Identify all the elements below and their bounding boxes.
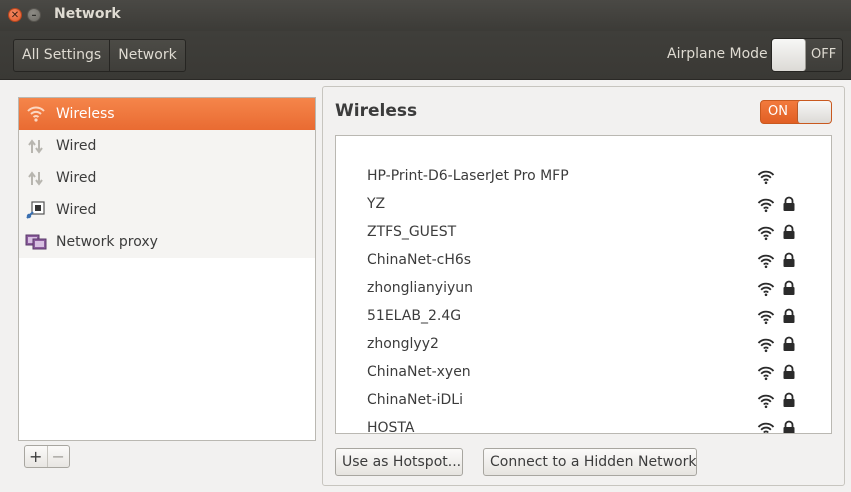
close-icon[interactable]: ✕ — [8, 8, 22, 22]
wifi-network-row[interactable]: zhonglyy2 — [336, 332, 831, 360]
wifi-signal-icon — [757, 169, 775, 185]
switch-knob — [797, 101, 831, 123]
wifi-signal-icon — [757, 421, 775, 433]
remove-connection-button[interactable]: − — [46, 446, 70, 467]
wifi-signal-icon — [757, 225, 775, 241]
sidebar-item-label: Wired — [56, 138, 97, 154]
connection-list-footer: + − — [18, 441, 316, 472]
breadcrumb-network[interactable]: Network — [109, 40, 184, 71]
airplane-mode-switch[interactable]: OFF — [771, 38, 843, 72]
network-ssid: HOSTA — [367, 420, 415, 434]
wifi-network-row[interactable]: 51ELAB_2.4G — [336, 304, 831, 332]
sidebar-item-label: Network proxy — [56, 234, 158, 250]
wifi-network-list: HP-Print-D6-LaserJet Pro MFP YZ ZTFS_GUEST… — [335, 135, 832, 434]
wireless-switch-state: ON — [768, 104, 788, 119]
breadcrumb: All Settings Network — [13, 39, 186, 72]
network-ssid: YZ — [367, 196, 386, 212]
network-proxy-icon — [25, 232, 47, 252]
wired-network-icon — [25, 200, 47, 220]
add-connection-button[interactable]: + — [25, 446, 47, 467]
network-settings-window: ✕ – Network All Settings Network Airplan… — [0, 0, 851, 492]
wifi-signal-icon — [757, 365, 775, 381]
network-ssid: 51ELAB_2.4G — [367, 308, 462, 324]
lock-icon — [782, 364, 796, 380]
airplane-mode-state: OFF — [811, 47, 837, 62]
sidebar-item-wireless[interactable]: Wireless — [19, 98, 315, 130]
breadcrumb-all-settings[interactable]: All Settings — [14, 40, 109, 71]
network-ssid: ChinaNet-iDLi — [367, 392, 463, 408]
wifi-signal-icon — [757, 253, 775, 269]
wifi-network-row[interactable]: ChinaNet-iDLi — [336, 388, 831, 416]
lock-icon — [782, 252, 796, 268]
lock-icon — [782, 392, 796, 408]
wired-icon — [25, 136, 47, 156]
connect-hidden-network-button[interactable]: Connect to a Hidden Network — [483, 448, 697, 476]
network-ssid: zhonglyy2 — [367, 336, 439, 352]
sidebar-item-wired[interactable]: Wired — [19, 194, 315, 226]
wifi-network-row[interactable]: YZ — [336, 192, 831, 220]
network-ssid: HP-Print-D6-LaserJet Pro MFP — [367, 168, 569, 184]
sidebar-item-wired[interactable]: Wired — [19, 130, 315, 162]
wifi-network-row[interactable]: HOSTA — [336, 416, 831, 434]
network-ssid: ChinaNet-cH6s — [367, 252, 472, 268]
network-ssid: ZTFS_GUEST — [367, 224, 457, 240]
sidebar-item-network-proxy[interactable]: Network proxy — [19, 226, 315, 258]
add-remove-buttons: + − — [24, 445, 70, 468]
wifi-signal-icon — [757, 197, 775, 213]
wifi-network-row[interactable]: zhonglianyiyun — [336, 276, 831, 304]
switch-knob — [772, 39, 806, 71]
wireless-switch[interactable]: ON — [760, 100, 832, 124]
lock-icon — [782, 420, 796, 433]
network-ssid: zhonglianyiyun — [367, 280, 473, 296]
wired-icon — [25, 168, 47, 188]
wifi-network-row[interactable]: ZTFS_GUEST — [336, 220, 831, 248]
use-as-hotspot-button[interactable]: Use as Hotspot... — [335, 448, 463, 476]
lock-icon — [782, 280, 796, 296]
wifi-signal-icon — [757, 393, 775, 409]
window-title: Network — [54, 6, 121, 22]
lock-icon — [782, 308, 796, 324]
toolbar: All Settings Network Airplane Mode OFF — [0, 31, 851, 80]
minimize-icon[interactable]: – — [27, 8, 41, 22]
title-bar: ✕ – Network — [0, 0, 851, 31]
sidebar-item-wired[interactable]: Wired — [19, 162, 315, 194]
wifi-signal-icon — [757, 337, 775, 353]
sidebar-item-label: Wired — [56, 170, 97, 186]
lock-icon — [782, 196, 796, 212]
sidebar-item-label: Wireless — [56, 106, 115, 122]
connection-list: Wireless Wired Wired Wired Network proxy — [18, 97, 316, 441]
airplane-mode-label: Airplane Mode — [667, 46, 768, 62]
wifi-icon — [25, 104, 47, 124]
lock-icon — [782, 224, 796, 240]
wifi-signal-icon — [757, 281, 775, 297]
network-ssid: ChinaNet-xyen — [367, 364, 471, 380]
wifi-signal-icon — [757, 309, 775, 325]
wifi-network-row[interactable]: ChinaNet-xyen — [336, 360, 831, 388]
wifi-network-row[interactable]: ChinaNet-cH6s — [336, 248, 831, 276]
wifi-network-row[interactable]: HP-Print-D6-LaserJet Pro MFP — [336, 164, 831, 192]
wireless-panel: Wireless ON HP-Print-D6-LaserJet Pro MFP… — [322, 86, 845, 486]
panel-title: Wireless — [335, 101, 418, 121]
lock-icon — [782, 336, 796, 352]
sidebar-item-label: Wired — [56, 202, 97, 218]
